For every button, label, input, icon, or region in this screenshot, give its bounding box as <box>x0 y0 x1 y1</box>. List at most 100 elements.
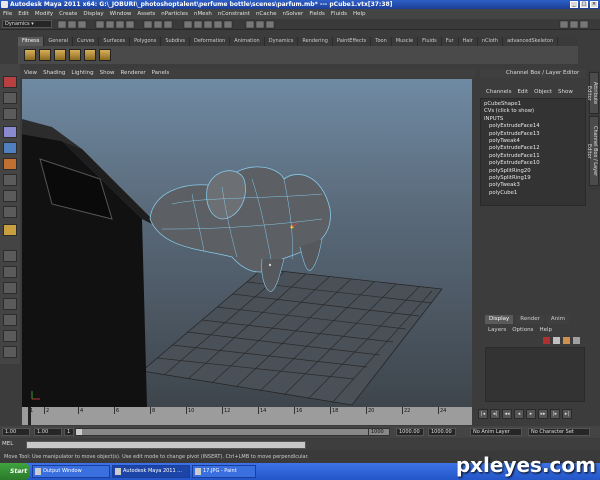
task-maya[interactable]: Autodesk Maya 2011 ... <box>112 465 190 478</box>
input-node[interactable]: polySplitRing19 <box>484 175 582 182</box>
move-tool-icon[interactable] <box>3 126 17 138</box>
rotate-tool-icon[interactable] <box>3 142 17 154</box>
input-node[interactable]: polyExtrudeFace12 <box>484 145 582 152</box>
close-button[interactable]: × <box>590 1 598 8</box>
input-node[interactable]: polyExtrudeFace14 <box>484 123 582 130</box>
select-tool-icon[interactable] <box>3 76 17 88</box>
menu-help[interactable]: Help <box>353 9 366 19</box>
shelf-tab-fitness[interactable]: Fitness <box>18 37 45 46</box>
custom-tool-icon[interactable] <box>3 224 17 236</box>
shelf-tool-icon[interactable] <box>54 49 66 61</box>
maximize-button[interactable]: □ <box>580 1 588 8</box>
menu-ncache[interactable]: nCache <box>256 9 277 19</box>
attribute-editor-tab[interactable]: Attribute Editor <box>586 72 599 114</box>
layer-menu-layers[interactable]: Layers <box>488 326 506 335</box>
layer-list[interactable] <box>485 347 585 402</box>
inner-end-field[interactable]: 1000 <box>368 428 390 436</box>
input-node[interactable]: polyTweak4 <box>484 138 582 145</box>
shelf-tab-general[interactable]: General <box>44 37 74 46</box>
menu-modify[interactable]: Modify <box>35 9 53 19</box>
menu-set-select[interactable]: Dynamics ▾ <box>2 20 52 28</box>
cvs-toggle[interactable]: CVs (click to show) <box>484 108 582 115</box>
shelf-tool-icon[interactable] <box>99 49 111 61</box>
menu-nconstraint[interactable]: nConstraint <box>218 9 250 19</box>
mel-command-input[interactable] <box>26 441 306 449</box>
shelf-tool-icon[interactable] <box>84 49 96 61</box>
time-slider[interactable]: 1 2 4 6 8 10 12 14 16 18 20 22 24 <box>22 407 472 425</box>
layout-single-icon[interactable] <box>3 250 17 262</box>
input-node[interactable]: polyExtrudeFace13 <box>484 131 582 138</box>
layout-outliner-icon[interactable] <box>3 298 17 310</box>
total-end-field[interactable]: 1000.00 <box>428 428 456 436</box>
input-node[interactable]: polySplitRing20 <box>484 168 582 175</box>
shelf-tab-surfaces[interactable]: Surfaces <box>99 37 131 46</box>
range-start-field[interactable]: 1.00 <box>2 428 30 436</box>
viewport-menu-shading[interactable]: Shading <box>43 69 65 78</box>
menu-nsolver[interactable]: nSolver <box>283 9 304 19</box>
range-end-field[interactable]: 1000.00 <box>396 428 424 436</box>
layout-graph-icon[interactable] <box>3 314 17 326</box>
input-node[interactable]: polyTweak3 <box>484 182 582 189</box>
channel-box-menu-channels[interactable]: Channels <box>486 88 511 97</box>
menu-create[interactable]: Create <box>59 9 77 19</box>
step-forward-key-icon[interactable]: ▸▸ <box>538 409 548 419</box>
channel-box-menu-edit[interactable]: Edit <box>517 88 528 97</box>
menu-window[interactable]: Window <box>110 9 132 19</box>
layer-tab-display[interactable]: Display <box>485 315 514 324</box>
anim-layer-select[interactable]: No Anim Layer <box>470 428 522 436</box>
character-set-select[interactable]: No Character Set <box>528 428 590 436</box>
shelf-tab-animation[interactable]: Animation <box>230 37 265 46</box>
step-forward-icon[interactable]: |▸ <box>550 409 560 419</box>
viewport-menu-panels[interactable]: Panels <box>152 69 170 78</box>
shelf-tool-icon[interactable] <box>39 49 51 61</box>
current-start-field[interactable]: 1.00 <box>34 428 62 436</box>
shelf-tab-polygons[interactable]: Polygons <box>130 37 162 46</box>
shelf-tab-hair[interactable]: Hair <box>459 37 478 46</box>
last-tool-icon[interactable] <box>3 206 17 218</box>
minimize-button[interactable]: _ <box>570 1 578 8</box>
step-back-key-icon[interactable]: ◂◂ <box>502 409 512 419</box>
shelf-tab-subdivs[interactable]: Subdivs <box>161 37 190 46</box>
shape-node-name[interactable]: pCubeShape1 <box>484 101 582 108</box>
soft-mod-tool-icon[interactable] <box>3 190 17 202</box>
shelf-tab-toon[interactable]: Toon <box>371 37 392 46</box>
menu-fluids[interactable]: Fluids <box>331 9 347 19</box>
lasso-tool-icon[interactable] <box>3 92 17 104</box>
menu-fields[interactable]: Fields <box>309 9 325 19</box>
viewport-menu-lighting[interactable]: Lighting <box>71 69 93 78</box>
menu-display[interactable]: Display <box>83 9 103 19</box>
viewport-menu-view[interactable]: View <box>24 69 37 78</box>
play-forwards-icon[interactable]: ▸ <box>526 409 536 419</box>
layer-tab-anim[interactable]: Anim <box>546 315 570 324</box>
new-layer-icon[interactable] <box>543 337 550 344</box>
channel-box-menu-show[interactable]: Show <box>558 88 573 97</box>
viewport-menu-show[interactable]: Show <box>100 69 115 78</box>
paint-select-icon[interactable] <box>3 108 17 120</box>
layout-hypershade-icon[interactable] <box>3 330 17 342</box>
shelf-tab-muscle[interactable]: Muscle <box>392 37 419 46</box>
go-to-end-icon[interactable]: ▸| <box>562 409 572 419</box>
shelf-tab-advancedskeleton[interactable]: advancedSkeleton <box>503 37 559 46</box>
channel-box-tab[interactable]: Channel Box / Layer Editor <box>586 116 599 186</box>
channel-box-menu-object[interactable]: Object <box>534 88 552 97</box>
layer-move-down-icon[interactable] <box>573 337 580 344</box>
menu-nparticles[interactable]: nParticles <box>161 9 188 19</box>
shelf-tab-curves[interactable]: Curves <box>73 37 100 46</box>
input-node[interactable]: polyCube1 <box>484 190 582 197</box>
mel-label[interactable]: MEL <box>2 440 26 449</box>
shelf-tab-deformation[interactable]: Deformation <box>190 37 231 46</box>
menu-assets[interactable]: Assets <box>137 9 155 19</box>
task-output-window[interactable]: Output Window <box>32 465 110 478</box>
viewport-menu-renderer[interactable]: Renderer <box>120 69 145 78</box>
layer-move-up-icon[interactable] <box>563 337 570 344</box>
menu-file[interactable]: File <box>3 9 12 19</box>
window-title-bar[interactable]: Autodesk Maya 2011 x64: G:\_JOBURI\_phot… <box>0 0 600 9</box>
shelf-tool-icon[interactable] <box>24 49 36 61</box>
step-back-icon[interactable]: ◂| <box>490 409 500 419</box>
input-node[interactable]: polyExtrudeFace10 <box>484 160 582 167</box>
shelf-tab-ncloth[interactable]: nCloth <box>478 37 504 46</box>
range-slider-handle[interactable] <box>76 429 82 435</box>
layer-menu-options[interactable]: Options <box>512 326 533 335</box>
inner-start-field[interactable]: 1 <box>64 428 74 436</box>
input-node[interactable]: polyExtrudeFace11 <box>484 153 582 160</box>
